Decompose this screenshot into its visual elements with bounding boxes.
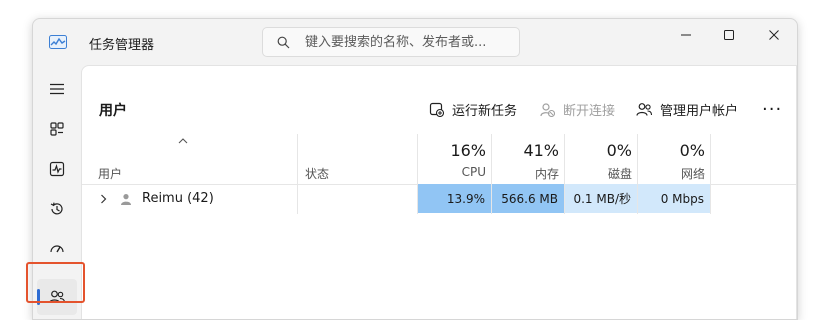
hamburger-menu-icon: [50, 83, 64, 95]
run-new-task-button[interactable]: 运行新任务: [429, 96, 517, 122]
sidebar: [33, 65, 81, 319]
network-total-percent[interactable]: 0%: [638, 141, 705, 160]
hamburger-menu-button[interactable]: [45, 77, 69, 101]
search-icon: [277, 36, 290, 49]
more-options-button[interactable]: ···: [762, 96, 782, 122]
column-header-cpu[interactable]: CPU: [418, 165, 486, 179]
column-header-user[interactable]: 用户: [98, 165, 122, 182]
close-icon: [769, 30, 779, 40]
close-button[interactable]: [751, 19, 797, 51]
maximize-button[interactable]: [706, 19, 752, 51]
processes-icon: [50, 122, 64, 136]
disk-cell: 0.1 MB/秒: [565, 184, 637, 213]
disconnect-icon: [540, 102, 555, 117]
nav-processes[interactable]: [45, 117, 69, 141]
nav-performance[interactable]: [45, 157, 69, 181]
maximize-icon: [724, 30, 734, 40]
user-avatar-icon: [121, 194, 131, 205]
user-name: Reimu (42): [142, 191, 214, 206]
task-manager-window: 任务管理器 键入要搜索的名称、发布者或... 用户 运行新任务 断开连接 管理用…: [32, 18, 798, 320]
nav-startup-apps[interactable]: [45, 237, 69, 261]
users-page: 用户 运行新任务 断开连接 管理用户帐户 ··· 用户 状态 16% CPU 4…: [81, 65, 797, 319]
memory-cell: 566.6 MB: [492, 184, 564, 213]
run-new-task-icon: [429, 102, 444, 117]
disk-total-percent[interactable]: 0%: [565, 141, 632, 160]
column-header-memory[interactable]: 内存: [492, 165, 559, 182]
nav-app-history[interactable]: [45, 197, 69, 221]
disconnect-label: 断开连接: [563, 103, 616, 119]
minimize-button[interactable]: [663, 19, 709, 51]
column-header-status[interactable]: 状态: [305, 165, 329, 182]
page-title: 用户: [99, 103, 127, 119]
app-title: 任务管理器: [89, 38, 155, 53]
performance-icon: [49, 161, 65, 177]
search-box[interactable]: [262, 27, 520, 57]
title-bar: 任务管理器: [33, 19, 797, 65]
nav-users[interactable]: [37, 279, 77, 315]
sort-ascending-icon[interactable]: [178, 138, 188, 144]
expand-chevron-icon[interactable]: [100, 194, 107, 204]
manage-accounts-icon: [636, 102, 652, 116]
disconnect-button[interactable]: 断开连接: [540, 96, 615, 122]
cpu-cell: 13.9%: [418, 184, 491, 213]
table-row[interactable]: Reimu (42) 13.9% 566.6 MB 0.1 MB/秒 0 Mbp…: [82, 184, 796, 214]
minimize-icon: [681, 34, 691, 36]
manage-accounts-label: 管理用户帐户: [660, 103, 739, 119]
cpu-total-percent[interactable]: 16%: [418, 141, 486, 160]
manage-user-accounts-button[interactable]: 管理用户帐户: [636, 96, 738, 122]
network-cell: 0 Mbps: [638, 184, 710, 213]
search-input[interactable]: [305, 33, 510, 51]
memory-total-percent[interactable]: 41%: [492, 141, 559, 160]
column-header-disk[interactable]: 磁盘: [565, 165, 632, 182]
column-header-network[interactable]: 网络: [638, 165, 705, 182]
app-history-icon: [50, 202, 63, 215]
run-new-task-label: 运行新任务: [452, 103, 518, 119]
task-manager-app-icon: [49, 35, 67, 49]
startup-apps-icon: [50, 245, 64, 253]
